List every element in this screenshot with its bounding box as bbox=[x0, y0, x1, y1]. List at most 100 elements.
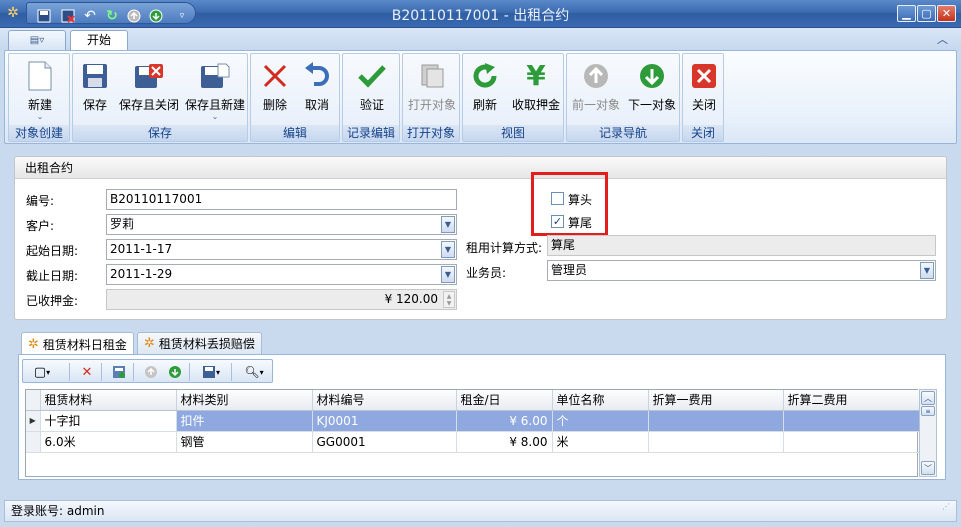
column-header[interactable]: 租金/日 bbox=[456, 390, 553, 411]
table-row[interactable]: ▶ 十字扣 扣件 KJ0001 ¥ 6.00 个 bbox=[26, 410, 920, 432]
save-button[interactable]: 保存 bbox=[77, 58, 113, 124]
tab-loss-compensation[interactable]: ✲ 租赁材料丢损赔偿 bbox=[137, 332, 262, 354]
new-button[interactable]: 新建 ⌄ bbox=[19, 58, 61, 124]
scroll-thumb[interactable]: ≡ bbox=[921, 406, 935, 416]
customer-value: 罗莉 bbox=[110, 217, 135, 231]
scroll-down-icon[interactable]: ﹀ bbox=[921, 461, 935, 475]
delete-icon: ✕ bbox=[81, 364, 93, 380]
table-cell[interactable]: 个 bbox=[552, 410, 649, 432]
grid-refresh-button[interactable] bbox=[109, 363, 129, 381]
customer-label: 客户: bbox=[26, 219, 55, 233]
deposit-value: ¥ 120.00 bbox=[384, 292, 438, 306]
close-window-button[interactable]: ✕ bbox=[937, 5, 956, 22]
panel-title: 出租合约 bbox=[15, 157, 946, 179]
save-and-new-button[interactable]: 保存且新建 ⌄ bbox=[183, 58, 247, 124]
nav-up-icon bbox=[145, 366, 157, 378]
maximize-button[interactable]: ▢ bbox=[917, 5, 936, 22]
cancel-button[interactable]: 取消 bbox=[299, 58, 335, 124]
column-header[interactable]: 折算一费用 bbox=[648, 390, 784, 411]
column-header[interactable]: 单位名称 bbox=[552, 390, 649, 411]
table-cell[interactable] bbox=[648, 431, 784, 453]
table-cell[interactable] bbox=[648, 410, 784, 432]
column-header[interactable]: 材料类别 bbox=[176, 390, 313, 411]
chevron-down-icon[interactable]: ▼ bbox=[441, 241, 455, 258]
grid-new-button[interactable]: ▢ ▾ bbox=[29, 363, 55, 381]
table-cell[interactable]: ¥ 8.00 bbox=[456, 431, 553, 453]
table-cell[interactable]: GG0001 bbox=[312, 431, 457, 453]
row-indicator-icon: ▶ bbox=[26, 410, 41, 432]
app-menu-button[interactable]: ▤▿ bbox=[8, 30, 66, 50]
ribbon-collapse-icon[interactable]: ︿ bbox=[937, 31, 951, 46]
tab-daily-rent[interactable]: ✲ 租赁材料日租金 bbox=[21, 332, 134, 355]
end-date-label: 截止日期: bbox=[26, 269, 79, 283]
start-date-label: 起始日期: bbox=[26, 244, 79, 258]
row-indicator-header bbox=[26, 390, 41, 411]
check-icon bbox=[356, 60, 388, 92]
group-close: 关闭 关闭 bbox=[682, 53, 724, 142]
table-cell[interactable]: 钢管 bbox=[176, 431, 313, 453]
table-cell[interactable] bbox=[783, 410, 920, 432]
tab-start[interactable]: 开始 bbox=[70, 30, 128, 51]
grid-save-button[interactable]: ▾ bbox=[195, 363, 227, 381]
table-row[interactable]: 6.0米 钢管 GG0001 ¥ 8.00 米 bbox=[26, 431, 920, 453]
group-view: 刷新 ¥ 收取押金 视图 bbox=[462, 53, 564, 142]
chevron-down-icon[interactable]: ▼ bbox=[920, 262, 934, 279]
table-cell[interactable]: 扣件 bbox=[176, 410, 313, 432]
next-object-button[interactable]: 下一对象 bbox=[625, 58, 679, 124]
group-open-object: 打开对象 打开对象 bbox=[402, 53, 460, 142]
start-date-field[interactable]: 2011-1-17 ▼ bbox=[106, 239, 457, 260]
minimize-button[interactable]: ▁ bbox=[897, 5, 916, 22]
table-cell[interactable] bbox=[783, 431, 920, 453]
status-bar: 登录账号: admin ⋰ bbox=[4, 500, 957, 522]
close-button[interactable]: 关闭 bbox=[686, 58, 722, 124]
salesman-select[interactable]: 管理员 ▼ bbox=[547, 260, 936, 281]
refresh-button[interactable]: 刷新 bbox=[467, 58, 503, 124]
table-cell[interactable]: 十字扣 bbox=[40, 410, 177, 432]
grid-search-button[interactable]: 🔍︎ ▾ bbox=[237, 363, 271, 381]
chevron-down-icon[interactable]: ▼ bbox=[441, 266, 455, 283]
column-header[interactable]: 租赁材料 bbox=[40, 390, 177, 411]
deposit-label: 已收押金: bbox=[26, 294, 79, 308]
toolbar-separator bbox=[189, 363, 190, 381]
previous-object-button[interactable]: 前一对象 bbox=[569, 58, 623, 124]
menu-icon: ▤▿ bbox=[29, 35, 45, 46]
group-record-nav: 前一对象 下一对象 记录导航 bbox=[566, 53, 680, 142]
scroll-up-icon[interactable]: ︿ bbox=[921, 391, 935, 405]
resize-grip-icon[interactable]: ⋰ bbox=[942, 497, 950, 517]
end-date-field[interactable]: 2011-1-29 ▼ bbox=[106, 264, 457, 285]
collect-deposit-button[interactable]: ¥ 收取押金 bbox=[509, 58, 563, 124]
row-indicator bbox=[26, 431, 41, 453]
table-cell[interactable]: 6.0米 bbox=[40, 431, 177, 453]
ribbon-tab-row: ▤▿ 开始 ︿ bbox=[0, 28, 961, 51]
table-cell[interactable]: KJ0001 bbox=[312, 410, 457, 432]
delete-button[interactable]: 删除 bbox=[257, 58, 293, 124]
chevron-down-icon[interactable]: ▼ bbox=[441, 216, 455, 233]
grid-prev-button[interactable] bbox=[141, 363, 161, 381]
grid-next-button[interactable] bbox=[165, 363, 185, 381]
column-header[interactable]: 折算二费用 bbox=[783, 390, 920, 411]
table-cell[interactable]: 米 bbox=[552, 431, 649, 453]
grid-delete-button[interactable]: ✕ bbox=[77, 363, 97, 381]
spin-stepper-icon: ▲ ▼ bbox=[443, 291, 455, 308]
grid-refresh-icon bbox=[113, 366, 125, 378]
undo-icon bbox=[301, 60, 333, 92]
title-bar: ✲ ↶ ↻ ▿ B20110117001 - 出租合约 ▁ ▢ ✕ bbox=[0, 0, 961, 28]
open-object-button[interactable]: 打开对象 bbox=[405, 58, 459, 124]
vertical-scrollbar[interactable]: ︿ ≡ ﹀ bbox=[919, 389, 937, 477]
column-header[interactable]: 材料编号 bbox=[312, 390, 457, 411]
window-title: B20110117001 - 出租合约 bbox=[391, 8, 570, 24]
delete-icon bbox=[259, 60, 291, 92]
end-date-value: 2011-1-29 bbox=[110, 267, 173, 281]
grid-toolbar: ▢ ▾ ✕ ▾ 🔍︎ ▾ bbox=[22, 359, 273, 383]
customer-select[interactable]: 罗莉 ▼ bbox=[106, 214, 457, 235]
salesman-label: 业务员: bbox=[466, 266, 507, 280]
new-icon bbox=[24, 60, 56, 92]
table-cell[interactable]: ¥ 6.00 bbox=[456, 410, 553, 432]
validate-button[interactable]: 验证 bbox=[352, 58, 392, 124]
calc-mode-field: 算尾 bbox=[547, 235, 936, 256]
save-and-close-button[interactable]: 保存且关闭 bbox=[117, 58, 181, 124]
gear-icon: ✲ bbox=[144, 336, 155, 351]
group-record-edit: 验证 记录编辑 bbox=[342, 53, 400, 142]
material-table: 租赁材料 材料类别 材料编号 租金/日 单位名称 折算一费用 折算二费用 ▶ 十… bbox=[26, 390, 920, 453]
code-field[interactable]: B20110117001 bbox=[106, 189, 457, 210]
